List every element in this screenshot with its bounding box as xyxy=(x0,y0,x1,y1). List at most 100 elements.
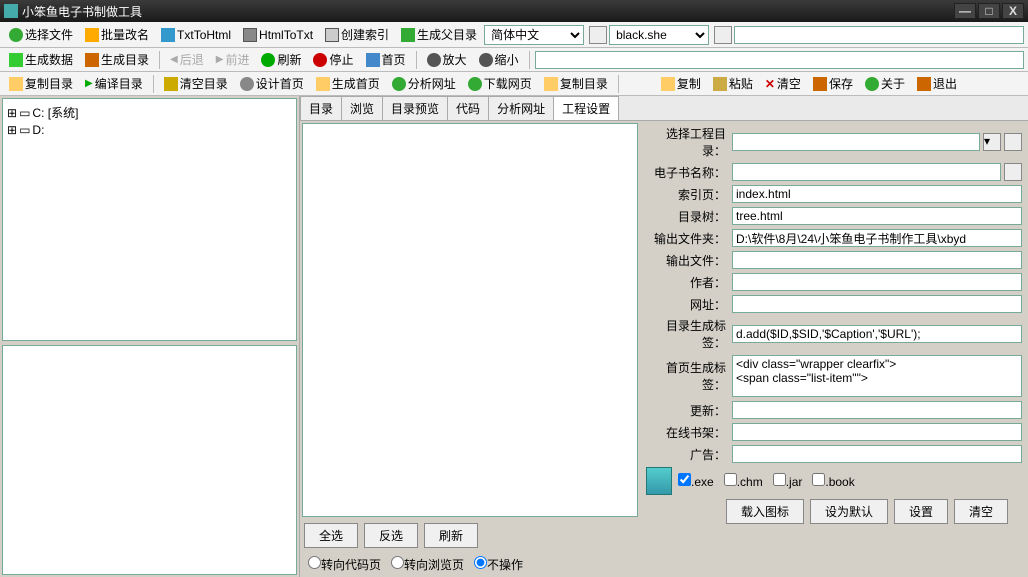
set-default-button[interactable]: 设为默认 xyxy=(810,499,888,524)
analyze-url-button[interactable]: 分析网址 xyxy=(387,72,461,95)
create-index-button[interactable]: 创建索引 xyxy=(320,23,394,46)
gen-home-button[interactable]: 生成首页 xyxy=(311,72,385,95)
clear-toc-button[interactable]: 清空目录 xyxy=(159,72,233,95)
radio-code[interactable]: 转向代码页 xyxy=(308,556,381,573)
proj-dir-browse[interactable] xyxy=(1004,133,1022,151)
tree-node-d[interactable]: ⊞▭D: xyxy=(7,122,292,138)
batch-rename-button[interactable]: 批量改名 xyxy=(80,23,154,46)
theme-apply-button[interactable] xyxy=(714,26,732,44)
tree-label: 目录树： xyxy=(646,208,732,225)
tab-toc[interactable]: 目录 xyxy=(300,96,342,120)
out-file-input[interactable] xyxy=(732,251,1022,269)
expand-icon[interactable]: ⊞ xyxy=(7,123,17,137)
drive-tree[interactable]: ⊞▭C: [系统] ⊞▭D: xyxy=(2,98,297,341)
exit-button[interactable]: 退出 xyxy=(912,72,962,95)
download-icon xyxy=(468,77,482,91)
close-button[interactable]: X xyxy=(1002,3,1024,19)
book-name-input[interactable] xyxy=(732,163,1001,181)
home-icon xyxy=(366,53,380,67)
stop-button[interactable]: 停止 xyxy=(308,48,358,71)
about-button[interactable]: 关于 xyxy=(860,72,910,95)
title-bar: 小笨鱼电子书制做工具 — □ X xyxy=(0,0,1028,22)
refresh-button[interactable]: 刷新 xyxy=(256,48,306,71)
copy-list-button[interactable]: 复制目录 xyxy=(539,72,613,95)
tab-analyze[interactable]: 分析网址 xyxy=(488,96,554,120)
globe-icon xyxy=(392,77,406,91)
expand-icon[interactable]: ⊞ xyxy=(7,106,17,120)
proj-dir-dropdown[interactable]: ▾ xyxy=(983,133,1001,151)
form-clear-button[interactable]: 清空 xyxy=(954,499,1008,524)
home-tag-label: 首页生成标签： xyxy=(646,359,732,393)
gen-parent-button[interactable]: 生成父目录 xyxy=(396,23,482,46)
tab-browse[interactable]: 浏览 xyxy=(341,96,383,120)
list-refresh-button[interactable]: 刷新 xyxy=(424,523,478,548)
proj-dir-label: 选择工程目录： xyxy=(646,125,732,159)
gen-toc-button[interactable]: 生成目录 xyxy=(80,48,154,71)
rename-icon xyxy=(85,28,99,42)
radio-noop[interactable]: 不操作 xyxy=(474,556,523,573)
book-name-label: 电子书名称： xyxy=(646,164,732,181)
zoom-in-button[interactable]: 放大 xyxy=(422,48,472,71)
home-tag-input[interactable]: <div class="wrapper clearfix"> <span cla… xyxy=(732,355,1022,397)
back-button[interactable]: ◀后退 xyxy=(165,48,209,71)
app-icon xyxy=(4,4,18,18)
compile-toc-button[interactable]: ▶编译目录 xyxy=(80,72,148,95)
lang-apply-button[interactable] xyxy=(589,26,607,44)
clear-button[interactable]: ✕清空 xyxy=(760,72,806,95)
tree-node-c[interactable]: ⊞▭C: [系统] xyxy=(7,103,292,122)
plus-icon xyxy=(9,53,23,67)
save-button[interactable]: 保存 xyxy=(808,72,858,95)
tree-input[interactable] xyxy=(732,207,1022,225)
update-input[interactable] xyxy=(732,401,1022,419)
out-folder-input[interactable] xyxy=(732,229,1022,247)
home-button[interactable]: 首页 xyxy=(361,48,411,71)
tab-preview[interactable]: 目录预览 xyxy=(382,96,448,120)
tab-code[interactable]: 代码 xyxy=(447,96,489,120)
language-select[interactable]: 简体中文 xyxy=(484,25,584,45)
copy-icon xyxy=(661,77,675,91)
file-list[interactable] xyxy=(302,123,638,517)
minimize-button[interactable]: — xyxy=(954,3,976,19)
txt-to-html-button[interactable]: TxtToHtml xyxy=(156,25,236,45)
select-file-button[interactable]: 选择文件 xyxy=(4,23,78,46)
toc-tag-input[interactable] xyxy=(732,325,1022,343)
zoom-out-button[interactable]: 缩小 xyxy=(474,48,524,71)
gen-data-button[interactable]: 生成数据 xyxy=(4,48,78,71)
tab-settings[interactable]: 工程设置 xyxy=(553,96,619,120)
radio-browse[interactable]: 转向浏览页 xyxy=(391,556,464,573)
download-page-button[interactable]: 下载网页 xyxy=(463,72,537,95)
left-lower-panel xyxy=(2,345,297,575)
copy-toc-button[interactable]: 复制目录 xyxy=(4,72,78,95)
website-input[interactable] xyxy=(732,295,1022,313)
load-icon-button[interactable]: 载入图标 xyxy=(726,499,804,524)
refresh-icon xyxy=(261,53,275,67)
design-home-button[interactable]: 设计首页 xyxy=(235,72,309,95)
chk-jar[interactable]: .jar xyxy=(773,473,803,489)
book-name-btn[interactable] xyxy=(1004,163,1022,181)
chk-chm[interactable]: .chm xyxy=(724,473,763,489)
invert-select-button[interactable]: 反选 xyxy=(364,523,418,548)
paste-button[interactable]: 粘贴 xyxy=(708,72,758,95)
theme-select[interactable]: black.she xyxy=(609,25,709,45)
index-input[interactable] xyxy=(732,185,1022,203)
toolbar1-input[interactable] xyxy=(734,26,1024,44)
shelf-input[interactable] xyxy=(732,423,1022,441)
chk-exe[interactable]: .exe xyxy=(678,473,714,489)
ad-input[interactable] xyxy=(732,445,1022,463)
html-to-txt-button[interactable]: HtmlToTxt xyxy=(238,25,318,45)
check-icon xyxy=(9,28,23,42)
zoom-in-icon xyxy=(427,53,441,67)
settings-button[interactable]: 设置 xyxy=(894,499,948,524)
proj-dir-input[interactable] xyxy=(732,133,980,151)
index-icon xyxy=(325,28,339,42)
copy-button[interactable]: 复制 xyxy=(656,72,706,95)
out-folder-label: 输出文件夹： xyxy=(646,230,732,247)
select-all-button[interactable]: 全选 xyxy=(304,523,358,548)
author-input[interactable] xyxy=(732,273,1022,291)
chk-book[interactable]: .book xyxy=(812,473,854,489)
toolbar-3: 复制目录 ▶编译目录 清空目录 设计首页 生成首页 分析网址 下载网页 复制目录… xyxy=(0,72,1028,96)
forward-button[interactable]: ▶前进 xyxy=(211,48,255,71)
url-input[interactable] xyxy=(535,51,1024,69)
toc-tag-label: 目录生成标签： xyxy=(646,317,732,351)
maximize-button[interactable]: □ xyxy=(978,3,1000,19)
